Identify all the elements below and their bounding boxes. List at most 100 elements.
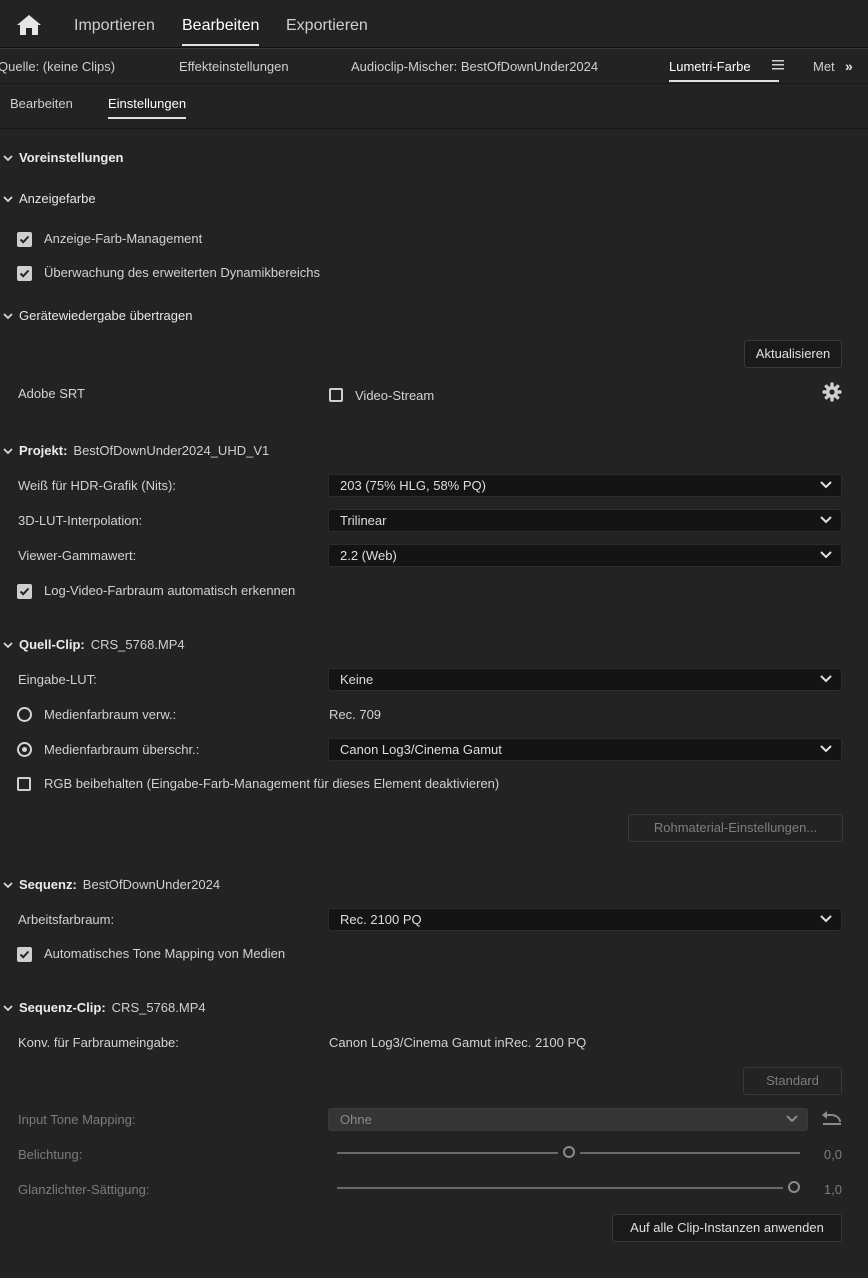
hdr-white-label: Weiß für HDR-Grafik (Nits): [18,478,176,493]
exposure-value: 0,0 [823,1147,842,1162]
sequence-name: BestOfDownUnder2024 [82,877,221,892]
double-chevron-right-icon[interactable]: » [845,58,853,74]
override-colorspace-radio[interactable] [17,742,32,757]
section-source-clip[interactable]: Quell-Clip: CRS_5768.MP4 [0,637,185,652]
checkmark-icon [19,587,30,596]
tab-importieren[interactable]: Importieren [74,0,155,48]
refresh-button[interactable]: Aktualisieren [744,340,842,368]
exposure-track-right [580,1152,800,1154]
chevron-down-icon [3,313,13,320]
section-sequence[interactable]: Sequenz: BestOfDownUnder2024 [0,877,220,892]
lumetri-subtabs: Bearbeiten Einstellungen [0,84,868,129]
chevron-down-icon [3,642,13,649]
chevron-down-icon [786,1115,798,1123]
chevron-down-icon [820,516,832,524]
tab-lumetri-label: Lumetri-Farbe [669,59,751,74]
section-presets[interactable]: Voreinstellungen [0,150,124,165]
auto-tone-mapping-label: Automatisches Tone Mapping von Medien [44,946,286,961]
chevron-down-icon [820,745,832,753]
apply-all-instances-button[interactable]: Auf alle Clip-Instanzen anwenden [612,1214,842,1242]
section-sequence-title: Sequenz: [19,877,77,892]
highlight-sat-slider[interactable] [337,1180,800,1196]
section-presets-title: Voreinstellungen [19,150,124,165]
subtab-einstellungen-label: Einstellungen [108,96,187,111]
checkmark-icon [19,269,30,278]
tab-bearbeiten[interactable]: Bearbeiten [182,0,260,48]
highlight-knob[interactable] [788,1181,800,1193]
tab-exportieren[interactable]: Exportieren [286,0,368,48]
section-display-color-title: Anzeigefarbe [19,191,96,206]
checkmark-icon [19,235,30,244]
chevron-down-icon [3,882,13,889]
video-stream-checkbox[interactable] [329,388,343,402]
chevron-down-icon [3,155,13,162]
input-lut-dropdown[interactable]: Keine [328,668,842,691]
hdr-monitoring-label: Überwachung des erweiterten Dynamikberei… [44,265,321,280]
subtab-bearbeiten[interactable]: Bearbeiten [10,96,73,111]
display-color-mgmt-label: Anzeige-Farb-Management [44,231,203,246]
section-display-color[interactable]: Anzeigefarbe [0,191,96,206]
section-sequence-clip-title: Sequenz-Clip: [19,1000,106,1015]
adobe-srt-label: Adobe SRT [18,386,85,401]
log-detect-checkbox[interactable] [17,584,32,599]
section-device-playback-title: Gerätewiedergabe übertragen [19,308,193,323]
tab-source[interactable]: Quelle: (keine Clips) [0,59,115,74]
chevron-down-icon [820,675,832,683]
input-lut-label: Eingabe-LUT: [18,672,97,687]
tab-metadata[interactable]: Met [813,59,835,74]
chevron-down-icon [3,1005,13,1012]
chevron-down-icon [820,551,832,559]
input-tone-mapping-dropdown[interactable]: Ohne [328,1108,808,1131]
input-tone-mapping-value: Ohne [340,1112,372,1127]
override-colorspace-dropdown[interactable]: Canon Log3/Cinema Gamut [328,738,842,761]
gear-icon[interactable] [822,382,842,402]
section-sequence-clip[interactable]: Sequenz-Clip: CRS_5768.MP4 [0,1000,206,1015]
standard-button[interactable]: Standard [743,1067,842,1095]
viewer-gamma-dropdown[interactable]: 2.2 (Web) [328,544,842,567]
use-media-colorspace-radio[interactable] [17,707,32,722]
input-lut-value: Keine [340,672,374,687]
lut-interp-dropdown[interactable]: Trilinear [328,509,842,532]
sequence-clip-name: CRS_5768.MP4 [111,1000,206,1015]
raw-settings-button[interactable]: Rohmaterial-Einstellungen... [628,814,843,842]
lumetri-panel: Quelle: (keine Clips) Effekteinstellunge… [0,48,868,1278]
exposure-slider[interactable] [337,1145,800,1161]
conv-input-value: Canon Log3/Cinema Gamut inRec. 2100 PQ [329,1035,587,1050]
working-colorspace-value: Rec. 2100 PQ [340,912,422,927]
exposure-track-left [337,1152,558,1154]
subtab-einstellungen[interactable]: Einstellungen [108,96,187,119]
preserve-rgb-label: RGB beibehalten (Eingabe-Farb-Management… [44,776,500,791]
section-device-playback[interactable]: Gerätewiedergabe übertragen [0,308,192,323]
hdr-white-value: 203 (75% HLG, 58% PQ) [340,478,486,493]
input-tone-mapping-label: Input Tone Mapping: [18,1112,136,1127]
active-tab-underline [669,80,779,82]
viewer-gamma-value: 2.2 (Web) [340,548,397,563]
tab-audio-clip-mixer[interactable]: Audioclip-Mischer: BestOfDownUnder2024 [351,59,598,74]
preserve-rgb-checkbox[interactable] [17,777,31,791]
source-clip-name: CRS_5768.MP4 [90,637,185,652]
panel-tab-row: Quelle: (keine Clips) Effekteinstellunge… [0,48,868,84]
workspace-bar: Importieren Bearbeiten Exportieren [0,0,868,48]
video-stream-label: Video-Stream [355,388,435,403]
override-colorspace-value: Canon Log3/Cinema Gamut [340,742,502,757]
chevron-down-icon [3,448,13,455]
home-icon[interactable] [16,14,42,36]
project-name: BestOfDownUnder2024_UHD_V1 [73,443,270,458]
hdr-white-dropdown[interactable]: 203 (75% HLG, 58% PQ) [328,474,842,497]
display-color-mgmt-checkbox[interactable] [17,232,32,247]
lut-interp-label: 3D-LUT-Interpolation: [18,513,143,528]
override-colorspace-label: Medienfarbraum überschr.: [44,742,200,757]
panel-menu-icon[interactable] [772,59,784,71]
working-colorspace-dropdown[interactable]: Rec. 2100 PQ [328,908,842,931]
tab-lumetri-color[interactable]: Lumetri-Farbe [669,59,779,82]
chevron-down-icon [820,915,832,923]
log-detect-label: Log-Video-Farbraum automatisch erkennen [44,583,296,598]
highlight-sat-label: Glanzlichter-Sättigung: [18,1182,150,1197]
section-project[interactable]: Projekt: BestOfDownUnder2024_UHD_V1 [0,443,269,458]
highlight-track-left [337,1187,783,1189]
tab-effect-controls[interactable]: Effekteinstellungen [179,59,289,74]
auto-tone-mapping-checkbox[interactable] [17,947,32,962]
exposure-knob[interactable] [563,1146,575,1158]
reset-icon[interactable] [821,1109,843,1127]
hdr-monitoring-checkbox[interactable] [17,266,32,281]
